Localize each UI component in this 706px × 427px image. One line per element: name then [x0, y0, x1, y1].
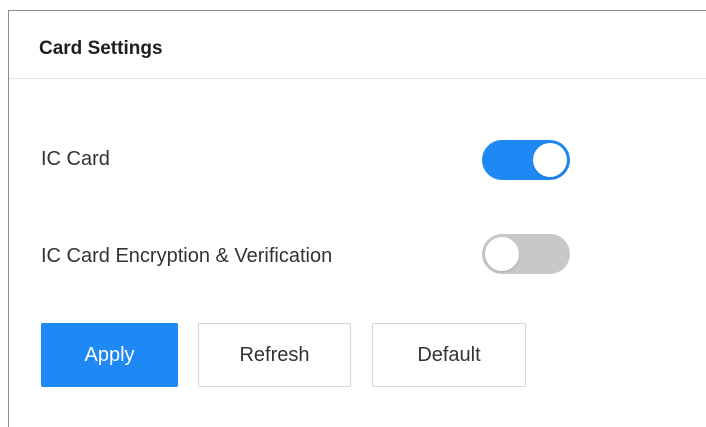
ic-card-encryption-label: IC Card Encryption & Verification	[41, 245, 333, 267]
card-settings-panel: Card Settings IC Card IC Card Encryption…	[8, 10, 706, 427]
ic-card-encryption-toggle[interactable]	[482, 234, 570, 274]
refresh-button[interactable]: Refresh	[198, 323, 351, 387]
panel-header: Card Settings	[9, 11, 706, 79]
toggle-knob	[485, 237, 519, 271]
default-button[interactable]: Default	[372, 323, 526, 387]
page-title: Card Settings	[39, 38, 163, 59]
toggle-knob	[533, 143, 567, 177]
ic-card-toggle[interactable]	[482, 140, 570, 180]
apply-button[interactable]: Apply	[41, 323, 178, 387]
ic-card-label: IC Card	[41, 148, 110, 170]
